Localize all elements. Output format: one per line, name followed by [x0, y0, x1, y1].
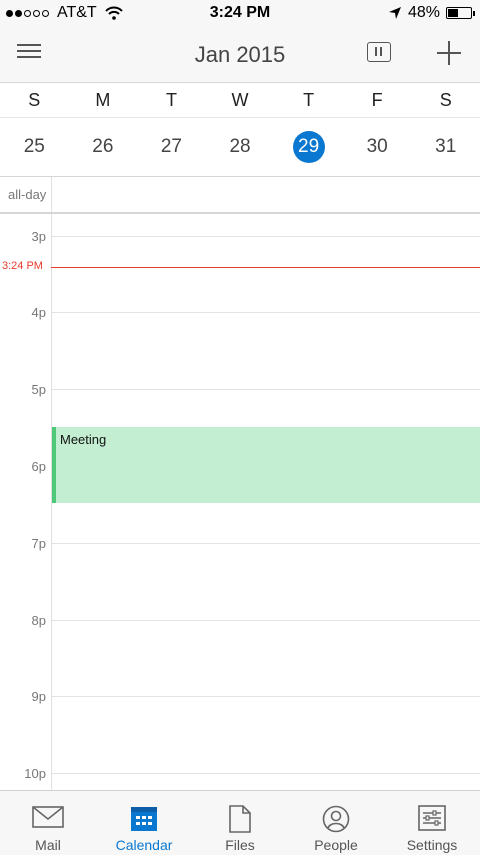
nav-bar: Jan 2015: [0, 28, 480, 83]
hour-gridline: [51, 773, 480, 774]
weekday-label: M: [95, 90, 111, 110]
day-timeline[interactable]: 3p 4p 5p 6p 7p 8p 9p 10p 3:24 PM Meeting: [0, 214, 480, 790]
location-arrow-icon: [388, 7, 401, 19]
date-number: 30: [366, 136, 388, 157]
weekday-label: W: [231, 90, 249, 110]
date-number: 29: [292, 131, 325, 163]
date-cell-selected[interactable]: 29: [274, 118, 343, 176]
current-time-label: 3:24 PM: [2, 260, 43, 272]
hour-gridline: [51, 389, 480, 390]
hour-label: 6p: [31, 459, 46, 474]
tab-label: People: [314, 837, 358, 853]
hour-gridline: [51, 236, 480, 237]
hour-gridline: [51, 696, 480, 697]
current-time-indicator: [51, 267, 480, 268]
weekday-label: S: [28, 90, 41, 110]
weekday-header: S M T W T F S: [0, 83, 480, 118]
weekday-label: T: [303, 90, 315, 110]
tab-label: Settings: [406, 837, 458, 853]
tab-label: Mail: [35, 837, 61, 853]
hour-label: 3p: [31, 229, 46, 244]
date-cell[interactable]: 25: [0, 118, 69, 176]
hamburger-menu-icon[interactable]: [17, 44, 41, 62]
hour-label: 10p: [24, 766, 46, 781]
date-cell[interactable]: 28: [206, 118, 275, 176]
add-event-icon[interactable]: [437, 41, 461, 65]
date-number: 31: [435, 136, 457, 157]
date-number: 25: [23, 136, 45, 157]
page-title: Jan 2015: [194, 42, 286, 67]
mail-icon: [32, 806, 64, 828]
file-icon: [229, 805, 251, 833]
tab-mail[interactable]: Mail: [0, 791, 96, 855]
all-day-row[interactable]: all-day: [0, 177, 480, 214]
hour-gridline: [51, 312, 480, 313]
hour-label: 7p: [31, 536, 46, 551]
person-icon: [322, 805, 350, 833]
weekday-label: F: [371, 90, 383, 110]
week-date-strip: 25 26 27 28 29 30 31: [0, 118, 480, 177]
date-number: 26: [92, 136, 114, 157]
event-block[interactable]: Meeting: [52, 427, 480, 503]
view-switcher-icon[interactable]: [367, 42, 391, 62]
date-cell[interactable]: 30: [343, 118, 412, 176]
event-title: Meeting: [60, 432, 107, 447]
date-number: 28: [229, 136, 251, 157]
battery-icon: [446, 7, 475, 19]
status-right: 48%: [388, 4, 475, 22]
hour-label: 5p: [31, 382, 46, 397]
calendar-icon: [131, 807, 157, 831]
tab-label: Calendar: [115, 837, 173, 853]
hour-label: 9p: [31, 689, 46, 704]
status-bar: AT&T 3:24 PM 48%: [0, 0, 480, 28]
tab-people[interactable]: People: [288, 791, 384, 855]
divider: [51, 177, 52, 212]
hour-gridline: [51, 620, 480, 621]
battery-percent: 48%: [407, 4, 440, 21]
weekday-label: T: [165, 90, 177, 110]
date-cell[interactable]: 26: [69, 118, 138, 176]
tab-settings[interactable]: Settings: [384, 791, 480, 855]
hour-gridline: [51, 543, 480, 544]
date-number: 27: [160, 136, 182, 157]
date-cell[interactable]: 27: [137, 118, 206, 176]
tab-files[interactable]: Files: [192, 791, 288, 855]
hour-label: 8p: [31, 613, 46, 628]
tab-bar: Mail Calendar Files People Settings: [0, 790, 480, 855]
hour-label: 4p: [31, 305, 46, 320]
tab-calendar[interactable]: Calendar: [96, 791, 192, 855]
date-cell[interactable]: 31: [411, 118, 480, 176]
weekday-label: S: [439, 90, 452, 110]
tab-label: Files: [225, 837, 255, 853]
settings-icon: [418, 805, 446, 831]
all-day-label: all-day: [8, 187, 47, 202]
